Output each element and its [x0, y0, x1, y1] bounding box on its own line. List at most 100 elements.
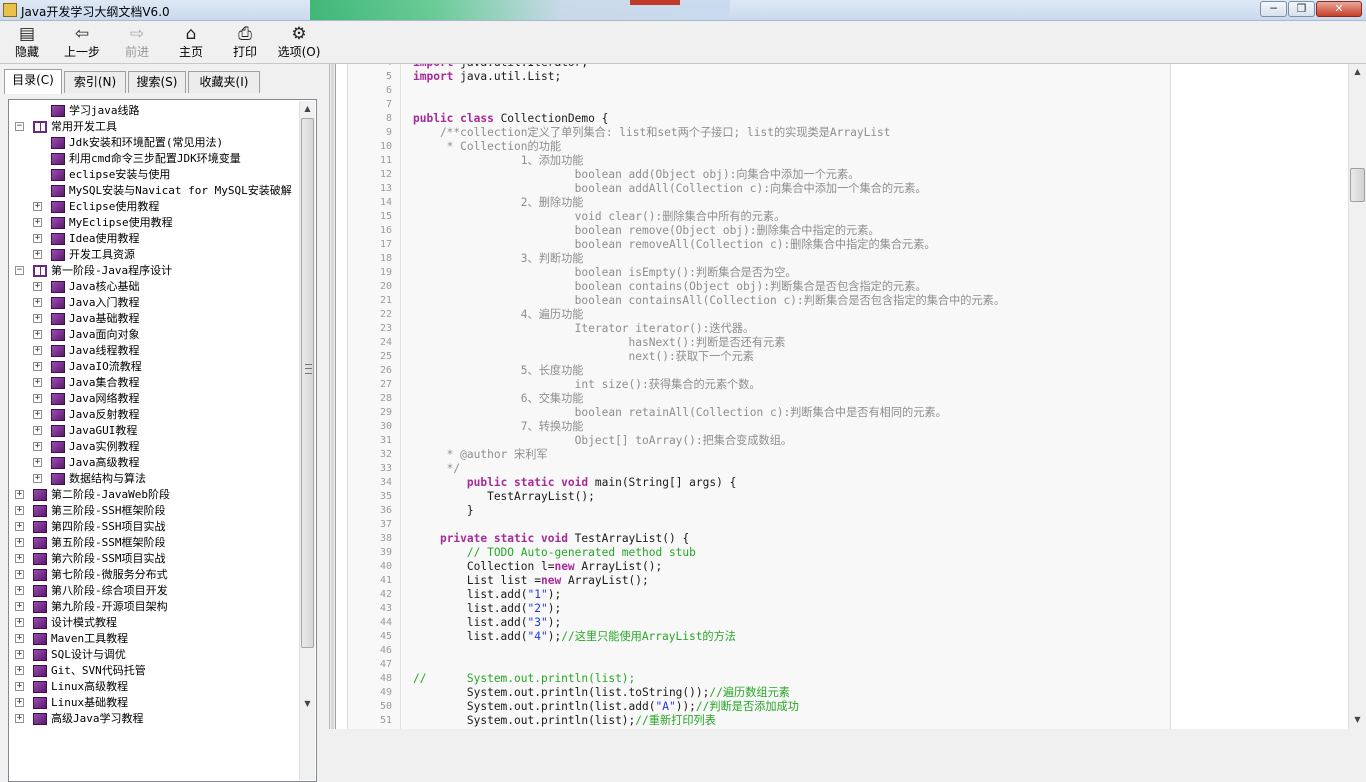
expand-icon[interactable]: +	[33, 410, 42, 419]
hide-button[interactable]: ▤ 隐藏	[6, 23, 48, 61]
back-button[interactable]: ⇦ 上一步	[62, 23, 102, 61]
tree-item[interactable]: + JavaGUI教程	[9, 423, 299, 439]
expand-icon[interactable]: +	[33, 218, 42, 227]
tree-item[interactable]: eclipse安装与使用	[9, 167, 299, 183]
collapse-icon[interactable]: −	[15, 266, 24, 275]
tree-item[interactable]: Jdk安装和环境配置(常见用法)	[9, 135, 299, 151]
code-token: boolean contains(Object obj):判断集合是否包含指定的…	[413, 280, 927, 293]
expand-icon[interactable]: +	[15, 634, 24, 643]
tree-item[interactable]: + Java入门教程	[9, 295, 299, 311]
expand-icon[interactable]: +	[33, 426, 42, 435]
expand-icon[interactable]: +	[33, 378, 42, 387]
expand-icon[interactable]: +	[33, 346, 42, 355]
tree-item-label: 常用开发工具	[51, 120, 117, 133]
forward-button[interactable]: ⇨ 前进	[120, 23, 154, 61]
tree-item[interactable]: + Java网络教程	[9, 391, 299, 407]
tree-item[interactable]: 学习java线路	[9, 103, 299, 119]
expand-icon[interactable]: +	[33, 298, 42, 307]
expand-icon[interactable]: +	[15, 666, 24, 675]
tree-item[interactable]: + 第七阶段-微服务分布式	[9, 567, 299, 583]
expand-icon[interactable]: +	[15, 490, 24, 499]
expand-icon[interactable]: +	[33, 474, 42, 483]
collapse-icon[interactable]: −	[15, 122, 24, 131]
pane-splitter[interactable]	[331, 64, 334, 729]
tree-item[interactable]: + 第三阶段-SSH框架阶段	[9, 503, 299, 519]
tree-item[interactable]: − 第一阶段-Java程序设计	[9, 263, 299, 279]
expand-icon[interactable]: +	[33, 394, 42, 403]
tree-item[interactable]: + Java线程教程	[9, 343, 299, 359]
tree-item[interactable]: + Java基础教程	[9, 311, 299, 327]
tree-item[interactable]: + Maven工具教程	[9, 631, 299, 647]
options-button[interactable]: ⚙ 选项(O)	[276, 23, 322, 61]
tree-item[interactable]: + 设计模式教程	[9, 615, 299, 631]
tree-item[interactable]: + Java面向对象	[9, 327, 299, 343]
tree-item[interactable]: + 开发工具资源	[9, 247, 299, 263]
tab-contents[interactable]: 目录(C)	[4, 69, 62, 94]
tree-scrollbar-thumb[interactable]	[301, 118, 314, 648]
tree-item[interactable]: 利用cmd命令三步配置JDK环境变量	[9, 151, 299, 167]
expand-icon[interactable]: +	[15, 538, 24, 547]
tree-item[interactable]: + Java核心基础	[9, 279, 299, 295]
expand-icon[interactable]: +	[15, 586, 24, 595]
expand-icon[interactable]: +	[15, 682, 24, 691]
content-pane: 4import java.util.Iterator;5import java.…	[335, 64, 1366, 729]
expand-icon[interactable]: +	[15, 602, 24, 611]
tree-item[interactable]: + JavaIO流教程	[9, 359, 299, 375]
tree-item[interactable]: + 第四阶段-SSH项目实战	[9, 519, 299, 535]
code-token: TestArrayList() {	[567, 532, 690, 545]
minimize-button[interactable]: ─	[1260, 1, 1287, 17]
tree-item[interactable]: + Idea使用教程	[9, 231, 299, 247]
expand-icon[interactable]: +	[15, 618, 24, 627]
scroll-up-icon[interactable]: ▲	[300, 101, 315, 117]
tree-item[interactable]: + Eclipse使用教程	[9, 199, 299, 215]
tree-scrollbar[interactable]: ▲ ▼	[299, 101, 315, 780]
scroll-down-icon[interactable]: ▼	[1350, 712, 1365, 728]
expand-icon[interactable]: +	[15, 522, 24, 531]
tree-item[interactable]: + 第八阶段-综合项目开发	[9, 583, 299, 599]
scroll-up-icon[interactable]: ▲	[1350, 64, 1365, 80]
expand-icon[interactable]: +	[15, 714, 24, 723]
tree-item[interactable]: + MyEclipse使用教程	[9, 215, 299, 231]
expand-icon[interactable]: +	[15, 506, 24, 515]
expand-icon[interactable]: +	[33, 202, 42, 211]
tree-item[interactable]: − 常用开发工具	[9, 119, 299, 135]
tree-item[interactable]: + 第六阶段-SSM项目实战	[9, 551, 299, 567]
content-scrollbar[interactable]: ▲ ▼	[1348, 64, 1366, 729]
tree-item[interactable]: + 第五阶段-SSM框架阶段	[9, 535, 299, 551]
tree-item[interactable]: MySQL安装与Navicat for MySQL安装破解	[9, 183, 299, 199]
tree-item[interactable]: + 高级Java学习教程	[9, 711, 299, 727]
expand-icon[interactable]: +	[33, 234, 42, 243]
tab-favorites[interactable]: 收藏夹(I)	[188, 71, 260, 93]
tree-item[interactable]: + Java高级教程	[9, 455, 299, 471]
expand-icon[interactable]: +	[33, 442, 42, 451]
tree-item[interactable]: + 数据结构与算法	[9, 471, 299, 487]
tree-item[interactable]: + Java反射教程	[9, 407, 299, 423]
expand-icon[interactable]: +	[33, 330, 42, 339]
expand-icon[interactable]: +	[15, 554, 24, 563]
expand-icon[interactable]: +	[15, 698, 24, 707]
tree-item[interactable]: + Linux基础教程	[9, 695, 299, 711]
home-button[interactable]: ⌂ 主页	[174, 23, 208, 61]
tree-item[interactable]: + Java实例教程	[9, 439, 299, 455]
expand-icon[interactable]: +	[33, 282, 42, 291]
expand-icon[interactable]: +	[33, 458, 42, 467]
expand-icon[interactable]: +	[33, 362, 42, 371]
tab-search[interactable]: 搜索(S)	[128, 71, 186, 93]
tree-item[interactable]: + 第二阶段-JavaWeb阶段	[9, 487, 299, 503]
tree-item[interactable]: + Git、SVN代码托管	[9, 663, 299, 679]
expand-icon[interactable]: +	[33, 314, 42, 323]
tree-item[interactable]: + 第九阶段-开源项目架构	[9, 599, 299, 615]
close-button[interactable]: ✕	[1316, 1, 1362, 17]
tree-item[interactable]: + SQL设计与调优	[9, 647, 299, 663]
content-scrollbar-thumb[interactable]	[1350, 168, 1365, 202]
tab-index[interactable]: 索引(N)	[64, 71, 126, 93]
expand-icon[interactable]: +	[33, 250, 42, 259]
tree-item-label: 高级Java学习教程	[51, 712, 144, 725]
tree-item[interactable]: + Java集合教程	[9, 375, 299, 391]
expand-icon[interactable]: +	[15, 570, 24, 579]
tree-item[interactable]: + Linux高级教程	[9, 679, 299, 695]
expand-icon[interactable]: +	[15, 650, 24, 659]
print-button[interactable]: ⎙ 打印	[228, 23, 262, 61]
scroll-down-icon[interactable]: ▼	[300, 696, 315, 712]
maximize-button[interactable]: ❐	[1288, 1, 1315, 17]
